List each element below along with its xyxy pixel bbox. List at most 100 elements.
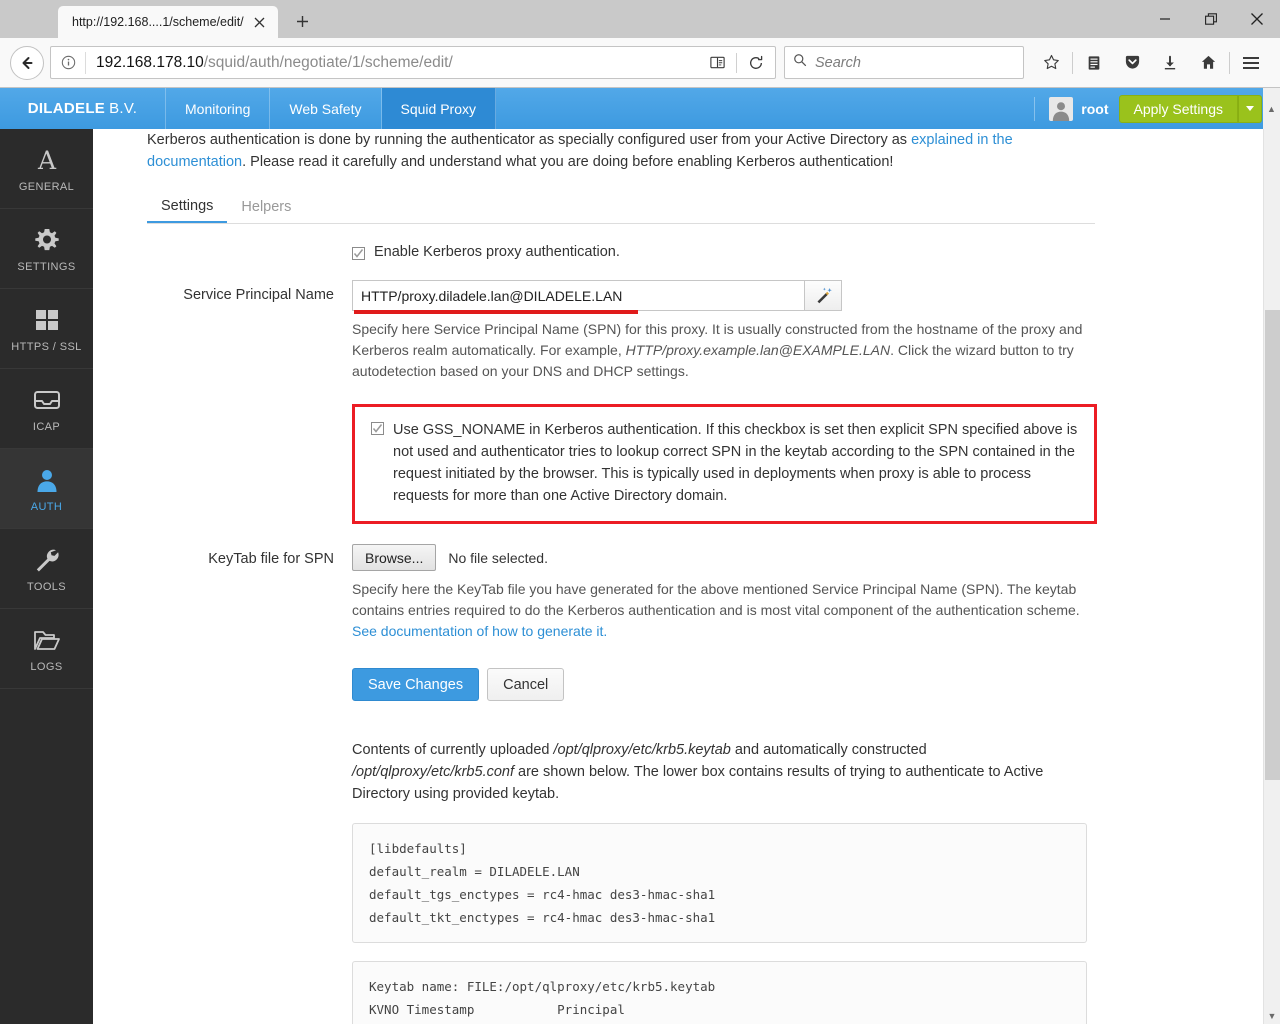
scroll-up-arrow[interactable]: ▲ xyxy=(1263,88,1280,129)
magic-wand-icon[interactable] xyxy=(805,280,842,311)
url-text[interactable]: 192.168.178.10/squid/auth/negotiate/1/sc… xyxy=(85,51,698,74)
contents-paragraph: Contents of currently uploaded /opt/qlpr… xyxy=(352,739,1092,805)
sidebar-label-logs: LOGS xyxy=(30,661,63,673)
tab-settings[interactable]: Settings xyxy=(147,198,228,223)
nav-item-squid-proxy[interactable]: Squid Proxy xyxy=(381,88,496,129)
enable-kerberos-checkbox-line[interactable]: Enable Kerberos proxy authentication. xyxy=(352,244,1095,260)
save-changes-button[interactable]: Save Changes xyxy=(352,668,480,701)
url-path: /squid/auth/negotiate/1/scheme/edit/ xyxy=(203,53,453,71)
window-controls xyxy=(1142,0,1280,38)
new-tab-icon[interactable] xyxy=(288,6,318,36)
folder-icon xyxy=(33,624,61,656)
enable-kerberos-checkbox[interactable] xyxy=(352,247,365,260)
app-header: DILADELE B.V. Monitoring Web Safety Squi… xyxy=(0,88,1280,129)
sidebar-label-tools: TOOLS xyxy=(26,581,67,593)
intro-paragraph: Kerberos authentication is done by runni… xyxy=(147,129,1095,173)
krb5-conf-output: [libdefaults] default_realm = DILADELE.L… xyxy=(352,823,1087,943)
contents-text-1: Contents of currently uploaded xyxy=(352,742,554,758)
spn-help-example: HTTP/proxy.example.lan@EXAMPLE.LAN xyxy=(625,342,891,358)
apply-settings-dropdown-caret[interactable] xyxy=(1238,94,1262,123)
nav-item-monitoring[interactable]: Monitoring xyxy=(166,88,271,129)
no-file-selected-label: No file selected. xyxy=(448,549,548,566)
brand-suffix: B.V. xyxy=(109,100,138,117)
sidebar-label-auth: AUTH xyxy=(30,501,63,513)
enable-kerberos-row: Enable Kerberos proxy authentication. xyxy=(147,244,1095,260)
url-bar[interactable]: 192.168.178.10/squid/auth/negotiate/1/sc… xyxy=(50,46,776,79)
krb5conf-path: /opt/qlproxy/etc/krb5.conf xyxy=(352,764,514,780)
spn-input-group xyxy=(352,280,842,314)
keytab-file-label: KeyTab file for SPN xyxy=(208,551,334,567)
svg-text:A: A xyxy=(36,146,56,174)
browse-button[interactable]: Browse... xyxy=(352,544,437,571)
spn-red-underline-annotation xyxy=(354,310,638,314)
avatar[interactable] xyxy=(1049,96,1074,121)
sidebar-item-logs[interactable]: LOGS xyxy=(0,609,93,689)
inbox-icon xyxy=(33,384,61,416)
hamburger-menu-icon[interactable] xyxy=(1232,44,1270,82)
grid-icon xyxy=(34,304,60,336)
downloads-icon[interactable] xyxy=(1151,44,1189,82)
search-input-placeholder[interactable]: Search xyxy=(815,55,861,71)
gss-noname-label: Use GSS_NONAME in Kerberos authenticatio… xyxy=(393,422,1078,504)
back-arrow-icon[interactable] xyxy=(10,45,44,80)
web-application: DILADELE B.V. Monitoring Web Safety Squi… xyxy=(0,88,1280,1024)
username-label: root xyxy=(1081,100,1109,117)
cancel-button[interactable]: Cancel xyxy=(487,668,565,701)
enable-kerberos-label: Enable Kerberos proxy authentication. xyxy=(374,244,620,260)
reader-mode-icon[interactable] xyxy=(698,44,736,82)
keytab-file-row: KeyTab file for SPN Browse... No file se… xyxy=(147,544,1095,642)
browser-toolbar-icons xyxy=(1032,44,1270,82)
keytab-documentation-link[interactable]: See documentation of how to generate it. xyxy=(352,623,607,639)
bookmark-star-icon[interactable] xyxy=(1032,44,1070,82)
spn-label: Service Principal Name xyxy=(183,287,334,303)
tab-helpers[interactable]: Helpers xyxy=(227,199,305,223)
browser-window: http://192.168....1/scheme/edit/ 192.168… xyxy=(0,0,1280,1024)
sidebar-item-general[interactable]: A GENERAL xyxy=(0,129,93,209)
sidebar-item-settings[interactable]: SETTINGS xyxy=(0,209,93,289)
browser-navbar: 192.168.178.10/squid/auth/negotiate/1/sc… xyxy=(0,38,1280,88)
close-tab-icon[interactable] xyxy=(250,12,270,32)
scrollbar-thumb[interactable] xyxy=(1265,310,1280,780)
user-icon xyxy=(34,464,60,496)
sidebar-item-icap[interactable]: ICAP xyxy=(0,369,93,449)
reload-icon[interactable] xyxy=(737,44,775,82)
page-info-icon[interactable] xyxy=(51,55,85,70)
home-icon[interactable] xyxy=(1189,44,1227,82)
sidebar-item-https-ssl[interactable]: HTTPS / SSL xyxy=(0,289,93,369)
vertical-scrollbar[interactable]: ▼ xyxy=(1263,88,1280,1024)
restore-icon[interactable] xyxy=(1188,0,1234,38)
sidebar-label-icap: ICAP xyxy=(32,421,61,433)
enable-kerberos-spacer xyxy=(147,244,352,260)
intro-text-1: Kerberos authentication is done by runni… xyxy=(147,132,912,148)
keytab-path: /opt/qlproxy/etc/krb5.keytab xyxy=(553,742,731,758)
header-divider xyxy=(1034,96,1036,121)
wrench-icon xyxy=(33,544,60,576)
gss-noname-checkbox[interactable] xyxy=(371,422,384,435)
tab-title: http://192.168....1/scheme/edit/ xyxy=(72,15,244,29)
sidebar-item-tools[interactable]: TOOLS xyxy=(0,529,93,609)
pocket-icon[interactable] xyxy=(1113,44,1151,82)
sidebar-label-settings: SETTINGS xyxy=(17,261,76,273)
apply-settings-button[interactable]: Apply Settings xyxy=(1118,94,1238,123)
content-tabs: Settings Helpers xyxy=(147,191,1095,224)
spn-input[interactable] xyxy=(352,280,805,311)
sidebar-item-auth[interactable]: AUTH xyxy=(0,449,93,529)
url-action-icons xyxy=(698,44,775,82)
spn-help-text: Specify here Service Principal Name (SPN… xyxy=(352,319,1087,382)
gear-icon xyxy=(34,224,60,256)
library-icon[interactable] xyxy=(1075,44,1113,82)
keytab-help-1: Specify here the KeyTab file you have ge… xyxy=(352,581,1080,618)
brand-logo[interactable]: DILADELE B.V. xyxy=(0,88,166,129)
scroll-down-arrow[interactable]: ▼ xyxy=(1264,1007,1280,1024)
gss-noname-checkbox-line[interactable]: Use GSS_NONAME in Kerberos authenticatio… xyxy=(371,419,1080,507)
form-actions: Save Changes Cancel xyxy=(352,668,1095,701)
keytab-list-output: Keytab name: FILE:/opt/qlproxy/etc/krb5.… xyxy=(352,961,1087,1024)
browser-tab[interactable]: http://192.168....1/scheme/edit/ xyxy=(58,6,278,38)
gss-noname-annotation-box: Use GSS_NONAME in Kerberos authenticatio… xyxy=(352,404,1097,524)
search-bar[interactable]: Search xyxy=(784,46,1024,79)
close-window-icon[interactable] xyxy=(1234,0,1280,38)
file-input-group[interactable]: Browse... No file selected. xyxy=(352,544,1095,571)
minimize-icon[interactable] xyxy=(1142,0,1188,38)
spn-row: Service Principal Name Specify here Serv… xyxy=(147,280,1095,382)
nav-item-web-safety[interactable]: Web Safety xyxy=(270,88,382,129)
